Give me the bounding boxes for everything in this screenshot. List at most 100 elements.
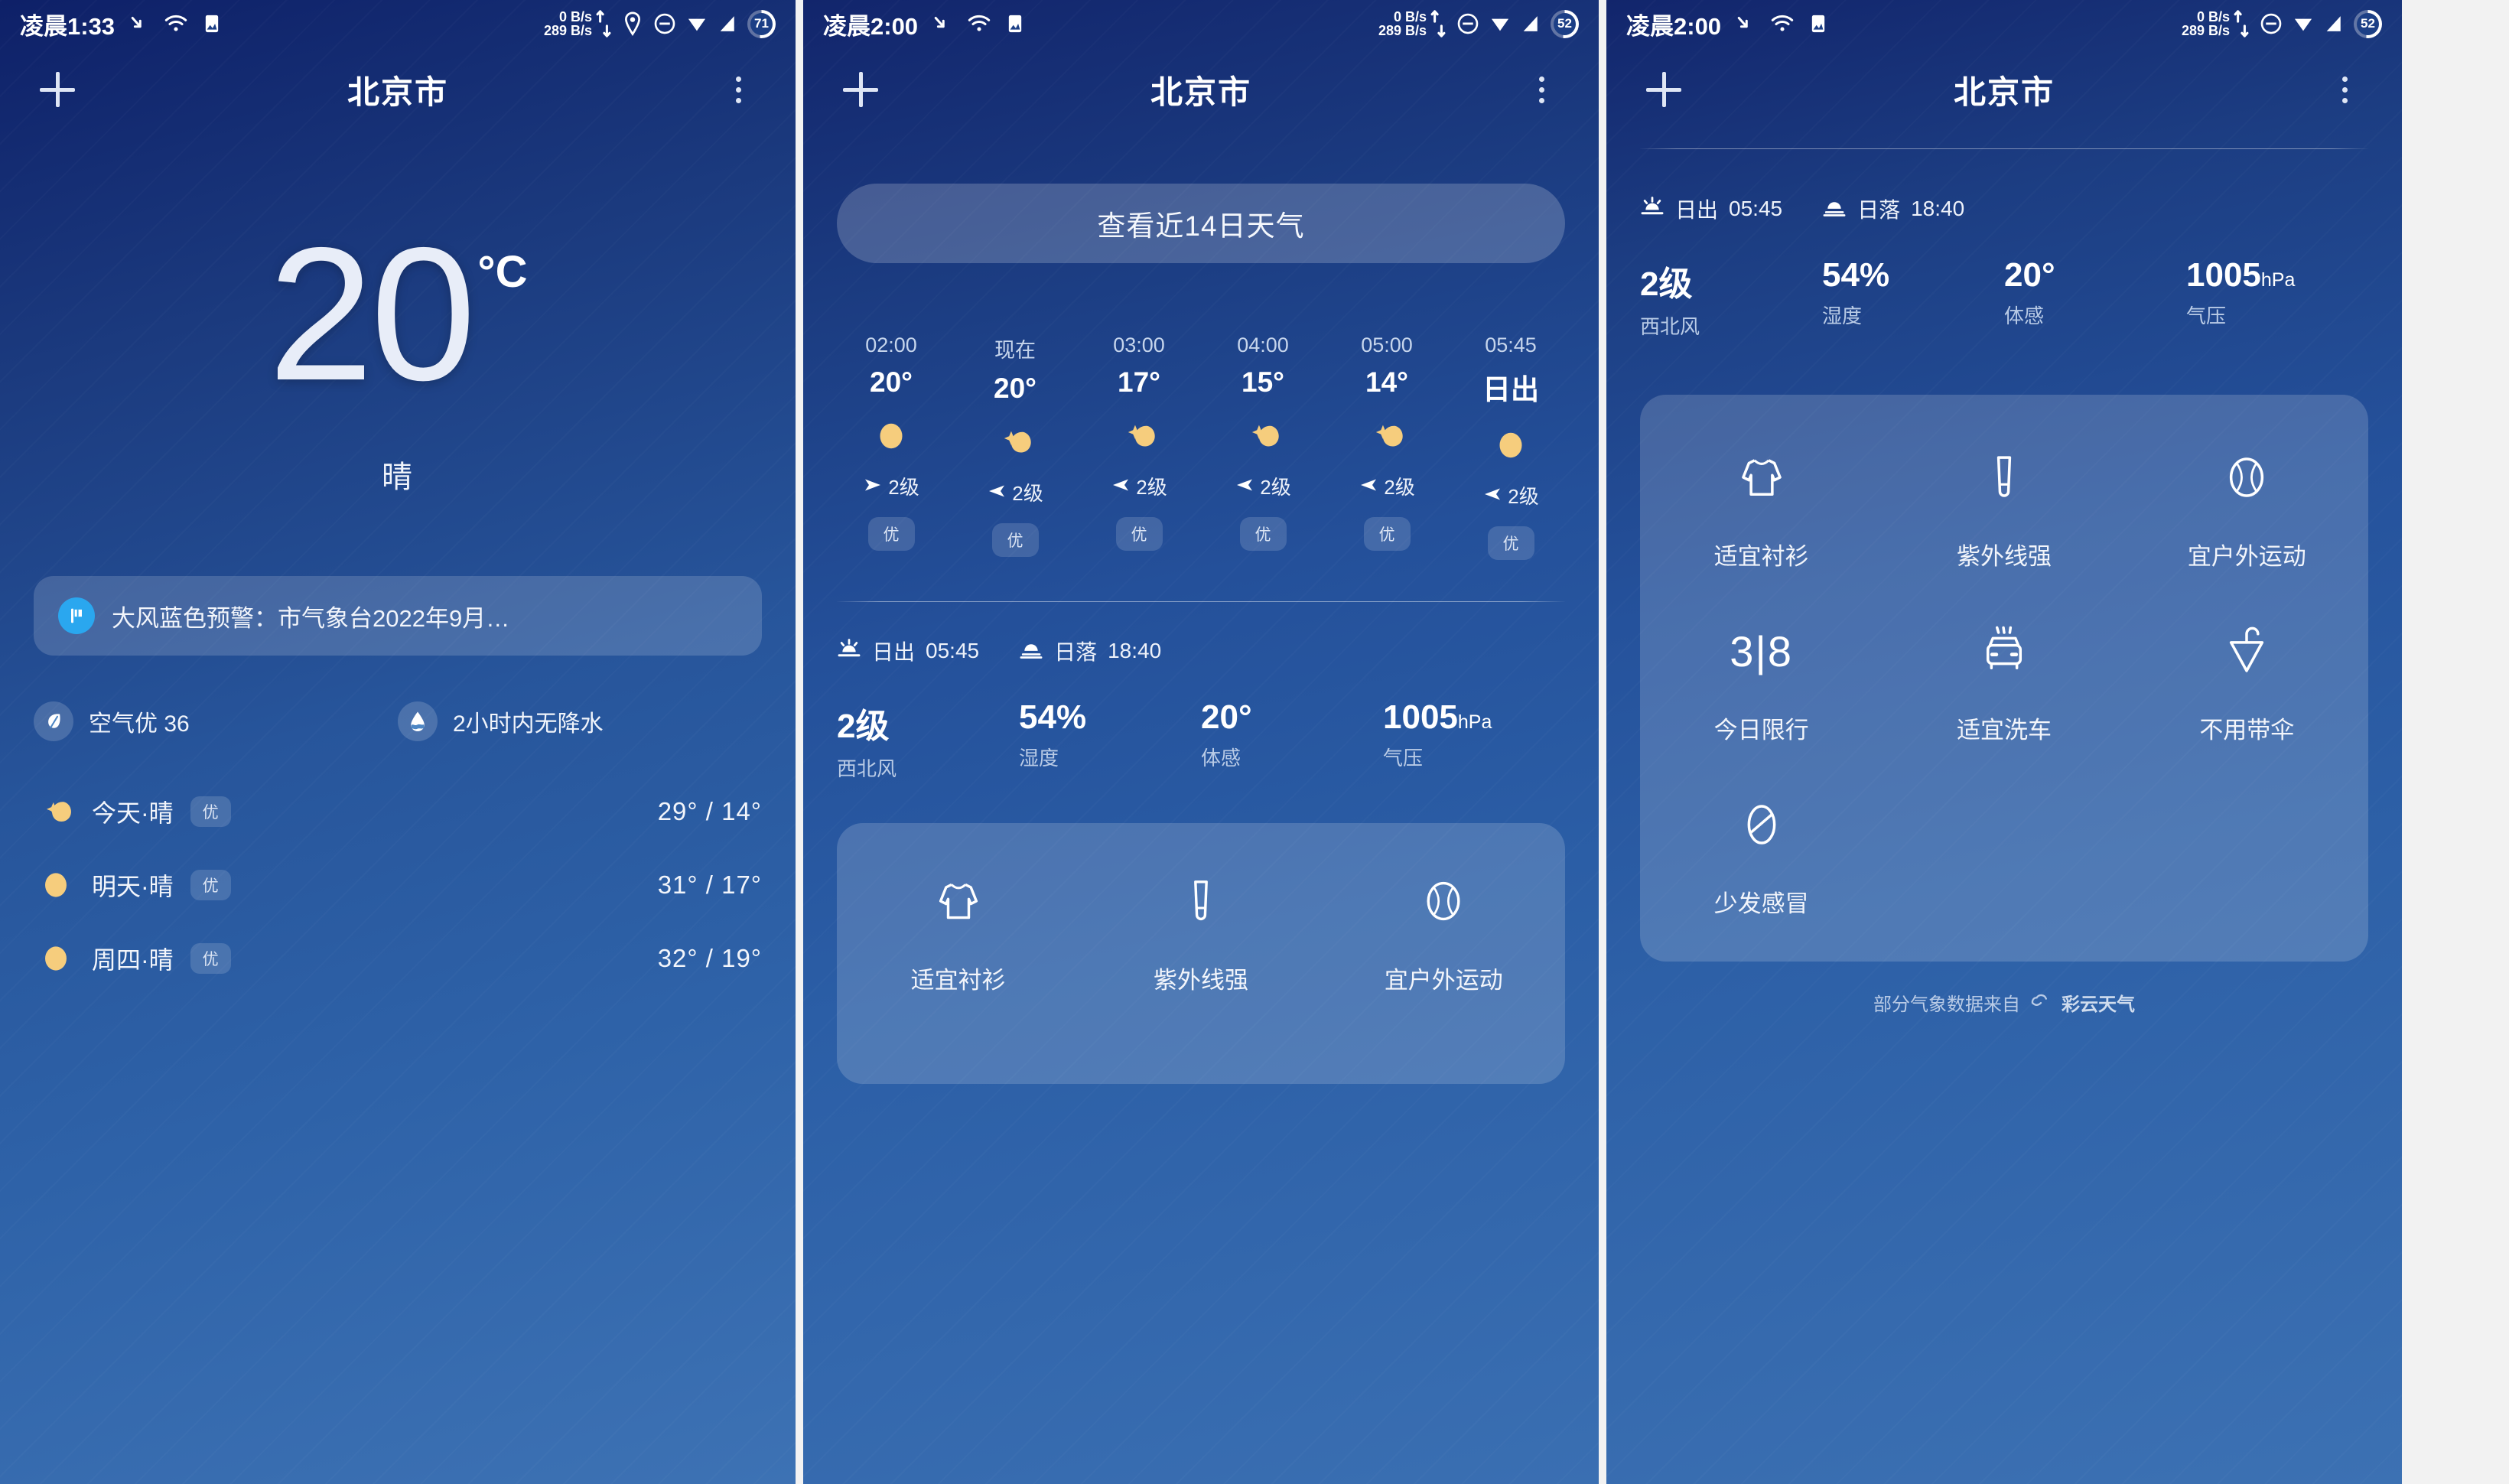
status-badge: 优 bbox=[190, 870, 231, 901]
wind-direction-arrow-icon bbox=[863, 474, 883, 498]
status-bar: 凌晨2:00 0 B/s 289 B/s 52 bbox=[803, 0, 1599, 47]
weather-alert-banner[interactable]: 大风蓝色预警：市气象台2022年9月… bbox=[34, 576, 762, 656]
moon-icon bbox=[1118, 406, 1160, 466]
shirt-icon bbox=[931, 864, 986, 938]
table-row[interactable]: 周四·晴 优 32° / 19° bbox=[34, 922, 762, 995]
life-index-item-umbrella[interactable]: 不用带伞 bbox=[2126, 614, 2368, 745]
up-down-arrows-icon bbox=[1430, 9, 1446, 38]
download-arrow-icon bbox=[128, 12, 151, 35]
overflow-menu-button[interactable] bbox=[2321, 66, 2368, 113]
hourly-item[interactable]: 02:00 20° 2级 优 bbox=[829, 334, 953, 560]
wind-direction-arrow-icon bbox=[1111, 474, 1131, 498]
hourly-forecast-row[interactable]: 02:00 20° 2级 优 现在 20° 2级 优 03:00 17° 2级 … bbox=[829, 334, 1573, 560]
table-row[interactable]: 今天·晴 优 29° / 14° bbox=[34, 775, 762, 848]
life-index-card: 适宜衬衫 紫外线强 宜户外运动 3|8 今日限行 适宜洗车 不用带伞 少发感冒 bbox=[1640, 395, 2368, 962]
air-quality-quick-item[interactable]: 空气优 36 bbox=[34, 701, 398, 742]
section-divider bbox=[837, 601, 1565, 602]
sunset-label: 日落 bbox=[1054, 640, 1098, 664]
metric-wind: 2级 西北风 bbox=[1640, 256, 1822, 340]
metrics-row: 2级 西北风 54% 湿度 20° 体感 1005hPa 气压 bbox=[1640, 256, 2368, 340]
life-index-item-uv[interactable]: 紫外线强 bbox=[1883, 441, 2125, 571]
life-index-item-shirt[interactable]: 适宜衬衫 bbox=[837, 864, 1079, 995]
life-index-item-traffic-restriction[interactable]: 3|8 今日限行 bbox=[1640, 614, 1883, 745]
life-index-item-uv[interactable]: 紫外线强 bbox=[1079, 864, 1322, 995]
moon-icon bbox=[34, 792, 78, 831]
hour-temperature: 20° bbox=[870, 366, 913, 398]
status-bar-left: 凌晨1:33 bbox=[20, 7, 223, 41]
metric-feels-like: 20° 体感 bbox=[1201, 698, 1383, 782]
metric-label: 体感 bbox=[2004, 304, 2045, 327]
life-index-item-shirt[interactable]: 适宜衬衫 bbox=[1640, 441, 1883, 571]
metric-label: 西北风 bbox=[837, 757, 897, 780]
precipitation-label: 2小时内无降水 bbox=[453, 711, 604, 737]
table-row[interactable]: 明天·晴 优 31° / 17° bbox=[34, 848, 762, 922]
life-index-grid: 适宜衬衫 紫外线强 宜户外运动 bbox=[837, 864, 1565, 1038]
view-14-day-forecast-button[interactable]: 查看近14日天气 bbox=[837, 184, 1565, 263]
hour-wind: 2级 bbox=[987, 478, 1043, 506]
status-bar-right: 0 B/s 289 B/s 52 bbox=[1378, 9, 1579, 38]
hour-wind: 2级 bbox=[1482, 481, 1539, 509]
metric-value: 54% bbox=[1822, 256, 1890, 294]
sunrise-item: 日出 05:45 bbox=[1640, 194, 1782, 224]
metric-value: 1005 bbox=[1383, 698, 1458, 736]
status-bar-left: 凌晨2:00 bbox=[1626, 7, 1829, 41]
sunset-icon bbox=[1019, 639, 1043, 664]
hourly-item[interactable]: 05:00 14° 2级 优 bbox=[1325, 334, 1449, 560]
life-index-item-cold[interactable]: 少发感冒 bbox=[1640, 788, 1883, 919]
life-index-item-car-wash[interactable]: 适宜洗车 bbox=[1883, 614, 2125, 745]
signal-bars-icon bbox=[2324, 13, 2344, 34]
add-city-button[interactable] bbox=[1640, 66, 1687, 113]
hourly-item[interactable]: 04:00 15° 2级 优 bbox=[1201, 334, 1325, 560]
sun-icon bbox=[34, 865, 78, 905]
do-not-disturb-icon bbox=[2260, 12, 2283, 35]
hourly-item[interactable]: 现在 20° 2级 优 bbox=[953, 334, 1077, 560]
metric-value: 2级 bbox=[837, 708, 890, 745]
overflow-menu-button[interactable] bbox=[714, 66, 762, 113]
life-index-label: 适宜衬衫 bbox=[1713, 543, 1809, 570]
sunrise-icon bbox=[837, 638, 861, 664]
screenshot-root: 凌晨1:33 0 B/s 289 B/s 71 北京市 20 °C 晴 大风蓝色… bbox=[0, 0, 2509, 1484]
life-index-label: 今日限行 bbox=[1713, 717, 1809, 744]
screenshot-image-icon bbox=[1004, 13, 1026, 34]
quick-info-row: 空气优 36 2小时内无降水 bbox=[34, 701, 762, 742]
tennis-ball-icon bbox=[1416, 864, 1471, 938]
hour-label: 05:00 bbox=[1361, 334, 1413, 356]
section-divider bbox=[1640, 148, 2368, 149]
hour-label: 03:00 bbox=[1113, 334, 1165, 356]
overflow-menu-button[interactable] bbox=[1518, 66, 1565, 113]
hour-label: 现在 bbox=[994, 339, 1036, 362]
hourly-item[interactable]: 05:45 日出 2级 优 bbox=[1449, 334, 1573, 560]
life-index-item-outdoor[interactable]: 宜户外运动 bbox=[2126, 441, 2368, 571]
add-city-button[interactable] bbox=[34, 66, 81, 113]
hour-wind: 2级 bbox=[1359, 472, 1415, 500]
metric-value: 2级 bbox=[1640, 265, 1693, 303]
sun-icon bbox=[34, 939, 78, 978]
wind-direction-arrow-icon bbox=[1235, 474, 1254, 498]
hour-label: 05:45 bbox=[1485, 334, 1537, 356]
sunrise-label: 日出 bbox=[1675, 198, 1719, 222]
download-arrow-icon bbox=[931, 12, 954, 35]
metric-pressure: 1005hPa 气压 bbox=[2186, 256, 2368, 340]
weather-alert-text: 大风蓝色预警：市气象台2022年9月… bbox=[112, 604, 510, 632]
add-city-button[interactable] bbox=[837, 66, 884, 113]
network-speed: 0 B/s 289 B/s bbox=[544, 9, 612, 38]
hour-temperature: 14° bbox=[1365, 366, 1408, 398]
battery-indicator: 71 bbox=[747, 9, 776, 38]
hourly-item[interactable]: 03:00 17° 2级 优 bbox=[1077, 334, 1201, 560]
sunrise-sunset-row: 日出 05:45 日落 18:40 bbox=[837, 636, 1565, 666]
precipitation-quick-item[interactable]: 2小时内无降水 bbox=[398, 701, 762, 742]
life-index-label: 适宜衬衫 bbox=[910, 967, 1006, 994]
network-speed: 0 B/s 289 B/s bbox=[2182, 9, 2250, 38]
status-clock: 凌晨2:00 bbox=[823, 12, 919, 40]
status-badge: 优 bbox=[190, 796, 231, 828]
status-badge: 优 bbox=[190, 943, 231, 975]
download-arrow-icon bbox=[1734, 12, 1757, 35]
sunscreen-icon bbox=[1173, 864, 1228, 938]
life-index-item-outdoor[interactable]: 宜户外运动 bbox=[1323, 864, 1565, 995]
net-upload-speed: 0 B/s bbox=[558, 8, 592, 24]
daily-forecast-list: 今天·晴 优 29° / 14° 明天·晴 优 31° / 17° 周四·晴 优… bbox=[34, 775, 762, 995]
app-bar-2: 北京市 bbox=[803, 47, 1599, 132]
status-badge: 优 bbox=[1239, 517, 1287, 551]
caiyun-cloud-icon bbox=[2029, 991, 2052, 1014]
wind-level: 2级 bbox=[1260, 476, 1291, 499]
